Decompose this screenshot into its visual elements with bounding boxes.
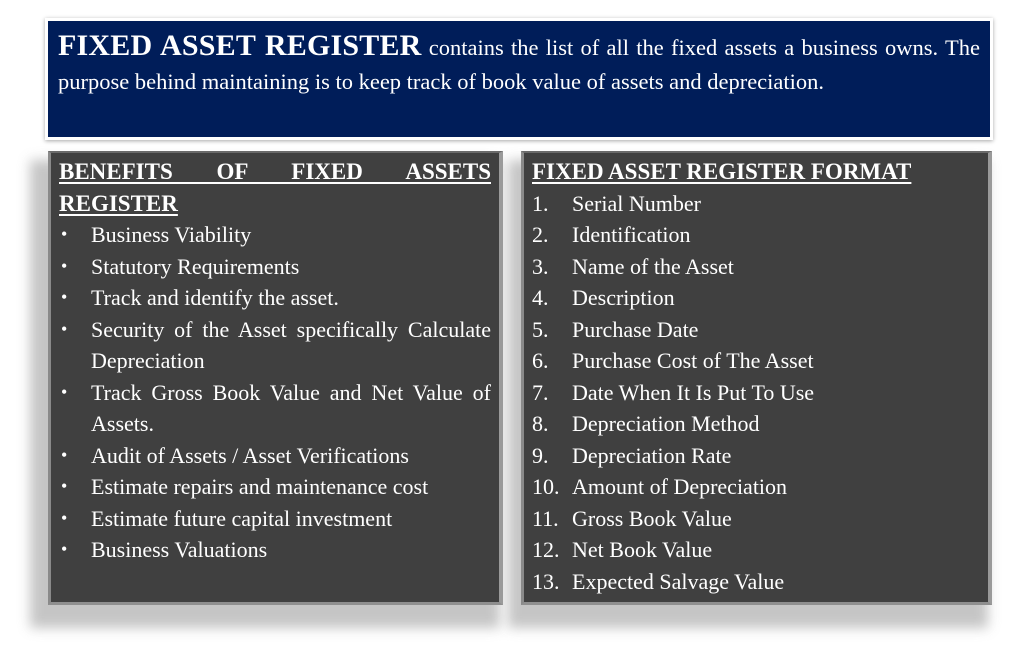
list-item-text: Business Valuations [91,537,268,562]
list-item-text: Name of the Asset [572,253,734,279]
list-item: 13. Expected Salvage Value [532,566,980,598]
list-item-text: Purchase Cost of The Asset [572,348,814,373]
format-panel: FIXED ASSET REGISTER FORMAT 1. Serial Num… [521,151,992,605]
list-item: • Business Valuations [59,534,491,566]
list-item: 2. Identification [532,219,980,251]
item-number: 10. [532,474,560,499]
list-item-text: Serial Number [572,190,701,216]
list-item: • Audit of Assets / Asset Verifications [59,440,491,472]
list-item: 4. Description [532,282,980,314]
item-number: 1. [532,190,549,216]
bullet-icon: • [61,255,68,276]
list-item: • Business Viability [59,219,491,251]
item-number: 3. [532,253,549,279]
bullet-icon: • [61,381,68,402]
list-item-text: Date When It Is Put To Use [572,379,815,405]
intro-box: FIXED ASSET REGISTER contains the list o… [45,18,993,140]
list-item-text: Gross Book Value [572,505,732,531]
list-item: 1. Serial Number [532,188,980,220]
benefits-heading: BENEFITS OF FIXED ASSETS REGISTER [59,159,491,216]
bullet-icon: • [61,507,68,528]
intro-content: FIXED ASSET REGISTER contains the list o… [48,21,990,137]
item-number: 7. [532,379,549,405]
format-list: 1. Serial Number 2. Identification 3. Name … [532,188,980,598]
item-number: 4. [532,285,549,310]
bullet-icon: • [61,476,68,496]
list-item-text: Estimate repairs and maintenance cost [91,474,429,499]
item-number: 11. [532,505,559,531]
bullet-icon: • [61,224,68,244]
list-item: 3. Name of the Asset [532,251,980,283]
list-item: 8. Depreciation Method [532,408,980,440]
item-number: 5. [532,316,549,342]
list-item-text: Depreciation Rate [572,442,732,468]
list-item: 10. Amount of Depreciation [532,471,980,503]
list-item-text: Track and identify the asset. [91,285,339,310]
list-item: 9. Depreciation Rate [532,440,980,472]
item-number: 13. [532,568,560,594]
item-number: 8. [532,411,549,436]
list-item-text: Purchase Date [572,316,699,342]
item-number: 2. [532,222,549,247]
list-item: • Track and identify the asset. [59,282,491,314]
list-item-text: Expected Salvage Value [572,568,785,594]
bullet-icon: • [61,287,68,307]
item-number: 6. [532,348,549,373]
list-item-text: Identification [572,222,691,247]
item-number: 9. [532,442,549,468]
list-item-text: Description [572,285,675,310]
list-item: • Estimate future capital investment [59,503,491,535]
list-item-text: Security of the Asset specifically Calcu… [91,316,491,374]
list-item: • Security of the Asset specifically Calc… [59,314,491,377]
list-item: • Track Gross Book Value and Net Value of… [59,377,491,440]
list-item-text: Estimate future capital investment [91,505,393,531]
list-item-text: Business Viability [91,222,252,247]
format-heading: FIXED ASSET REGISTER FORMAT [532,159,912,184]
list-item: 12. Net Book Value [532,534,980,566]
list-item-text: Audit of Assets / Asset Verifications [91,442,409,468]
item-number: 12. [532,537,560,562]
list-item: 7. Date When It Is Put To Use [532,377,980,409]
intro-title: FIXED ASSET REGISTER [58,29,422,62]
list-item: 6. Purchase Cost of The Asset [532,345,980,377]
bullet-icon: • [61,539,68,559]
list-item: 11. Gross Book Value [532,503,980,535]
list-item-text: Net Book Value [572,537,713,562]
bullet-icon: • [61,444,68,465]
list-item: • Estimate repairs and maintenance cost [59,471,491,503]
list-item-text: Depreciation Method [572,411,760,436]
list-item-text: Amount of Depreciation [572,474,788,499]
list-item: • Statutory Requirements [59,251,491,283]
benefits-panel: BENEFITS OF FIXED ASSETS REGISTER • Busin… [48,151,503,605]
list-item-text: Statutory Requirements [91,253,300,279]
list-item-text: Track Gross Book Value and Net Value of … [91,379,491,437]
bullet-icon: • [61,318,68,339]
benefits-list: • Business Viability • Statutory Requireme… [59,219,491,566]
list-item: 5. Purchase Date [532,314,980,346]
